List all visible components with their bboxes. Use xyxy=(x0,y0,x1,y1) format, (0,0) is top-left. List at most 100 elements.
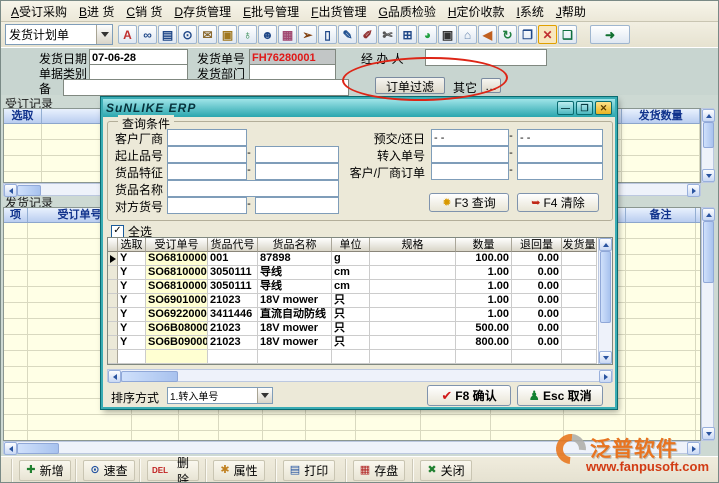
dialog-grid-cell[interactable]: 3050111 xyxy=(208,280,258,294)
dialog-grid-cell[interactable]: Y xyxy=(118,322,146,336)
dialog-grid-header-cell[interactable]: 数量 xyxy=(456,238,512,252)
dialog-grid-cell[interactable]: SO69010001 xyxy=(146,294,208,308)
remark-input[interactable] xyxy=(63,79,349,96)
menu-item-j[interactable]: J帮助 xyxy=(550,1,592,22)
quick-search-button[interactable]: ⊙速查 xyxy=(83,460,135,481)
print-button[interactable]: ▤打印 xyxy=(283,460,335,481)
dialog-grid-cell[interactable] xyxy=(370,336,456,350)
item-name-input[interactable] xyxy=(167,180,339,197)
dialog-grid-cell[interactable]: 21023 xyxy=(208,294,258,308)
dialog-grid-cell[interactable]: 001 xyxy=(208,252,258,266)
row-marker-cell[interactable] xyxy=(108,252,118,266)
dialog-grid-header-cell[interactable]: 受订单号 xyxy=(146,238,208,252)
dialog-grid-row[interactable]: YSO6B0800012102318V mower只500.000.00 xyxy=(108,322,612,336)
dialog-grid-cell[interactable]: 1.00 xyxy=(456,266,512,280)
briefcase-icon[interactable]: ▣ xyxy=(218,25,237,44)
dialog-grid-vscrollbar[interactable] xyxy=(598,238,612,364)
dialog-grid-cell[interactable]: SO68100001 xyxy=(146,266,208,280)
dialog-grid-cell[interactable]: 3411446 xyxy=(208,308,258,322)
dialog-grid-cell[interactable]: 0.00 xyxy=(512,280,562,294)
dialog-grid-header-cell[interactable]: 发货量 xyxy=(562,238,597,252)
combo-dropdown-button[interactable] xyxy=(96,25,112,44)
menu-item-i[interactable]: I系统 xyxy=(511,1,550,22)
dialog-grid-cell[interactable] xyxy=(562,266,597,280)
dialog-grid-cell[interactable]: 18V mower xyxy=(258,322,332,336)
dialog-grid-row[interactable]: YSO681000013050111导线cm1.000.00 xyxy=(108,280,612,294)
opposite-from-input[interactable] xyxy=(167,197,247,214)
search-icon[interactable]: ⊙ xyxy=(178,25,197,44)
handler-input[interactable] xyxy=(425,49,547,66)
dialog-grid-cell[interactable]: 87898 xyxy=(258,252,332,266)
grid-header-cell[interactable]: 发货数量 xyxy=(622,109,700,123)
grid-icon[interactable]: ⊞ xyxy=(398,25,417,44)
opposite-to-input[interactable] xyxy=(255,197,339,214)
sort-mode-combo[interactable]: 1.转入单号 xyxy=(167,387,273,404)
row-marker-cell[interactable] xyxy=(108,308,118,322)
feature-to-input[interactable] xyxy=(255,163,339,180)
feature-from-input[interactable] xyxy=(167,163,247,180)
dialog-grid-cell[interactable] xyxy=(370,252,456,266)
dialog-grid-cell[interactable] xyxy=(562,336,597,350)
dialog-grid-cell[interactable] xyxy=(258,350,332,364)
row-marker-cell[interactable] xyxy=(108,280,118,294)
eraser-icon[interactable]: ✄ xyxy=(378,25,397,44)
grid-empty-row[interactable] xyxy=(4,415,700,431)
person-icon[interactable]: ☻ xyxy=(258,25,277,44)
dialog-grid-cell[interactable]: 0.00 xyxy=(512,252,562,266)
dialog-grid-cell[interactable] xyxy=(208,350,258,364)
card-file-icon[interactable]: ▤ xyxy=(158,25,177,44)
due-date-from-input[interactable] xyxy=(431,129,509,146)
dialog-grid-cell[interactable] xyxy=(370,280,456,294)
row-marker-cell[interactable] xyxy=(108,322,118,336)
binoculars-icon[interactable]: ∞ xyxy=(138,25,157,44)
dialog-grid-cell[interactable]: 导线 xyxy=(258,280,332,294)
row-marker-cell[interactable] xyxy=(108,350,118,364)
globe-icon[interactable]: ♁ xyxy=(238,25,257,44)
dialog-grid-cell[interactable]: SO6B090001 xyxy=(146,336,208,350)
pencil-delete-icon[interactable]: ✐ xyxy=(358,25,377,44)
dialog-grid-cell[interactable]: SO6B080001 xyxy=(146,322,208,336)
refresh-icon[interactable]: ↻ xyxy=(498,25,517,44)
dialog-titlebar[interactable]: SuNLIKE ERP — ❒ ✕ xyxy=(103,99,615,117)
dialog-grid-cell[interactable] xyxy=(118,350,146,364)
dialog-grid-header-cell[interactable]: 货品代号 xyxy=(208,238,258,252)
dialog-grid-cell[interactable]: 18V mower xyxy=(258,294,332,308)
menu-item-d[interactable]: D存货管理 xyxy=(168,1,237,22)
basket-icon[interactable]: ▦ xyxy=(278,25,297,44)
menu-item-g[interactable]: G品质检验 xyxy=(372,1,441,22)
dialog-grid-cell[interactable]: g xyxy=(332,252,370,266)
grid-empty-row[interactable] xyxy=(4,431,700,441)
delete-button[interactable]: DEL删除 xyxy=(147,460,199,481)
grid-header-cell[interactable]: 项 xyxy=(4,208,28,222)
row-marker-cell[interactable] xyxy=(108,266,118,280)
sort-dropdown-button[interactable] xyxy=(257,388,272,403)
dialog-grid-row[interactable]: YSO690100012102318V mower只1.000.00 xyxy=(108,294,612,308)
f8-confirm-button[interactable]: ✔ F8 确认 xyxy=(427,385,511,406)
dialog-grid-header-cell[interactable]: 选取 xyxy=(118,238,146,252)
dialog-grid-cell[interactable]: 只 xyxy=(332,322,370,336)
esc-cancel-button[interactable]: ♟ Esc 取消 xyxy=(517,385,603,406)
other-more-button[interactable]: … xyxy=(481,78,501,93)
customer-vendor-input[interactable] xyxy=(167,129,247,146)
row-marker-cell[interactable] xyxy=(108,336,118,350)
due-date-to-input[interactable] xyxy=(517,129,603,146)
order-filter-button[interactable]: 订单过滤 xyxy=(375,77,445,94)
dialog-grid-cell[interactable] xyxy=(370,266,456,280)
dialog-grid-cell[interactable]: 100.00 xyxy=(456,252,512,266)
dialog-grid-cell[interactable] xyxy=(562,252,597,266)
dialog-grid-cell[interactable] xyxy=(146,350,208,364)
dialog-grid-cell[interactable] xyxy=(562,350,597,364)
new-button[interactable]: ✚新增 xyxy=(19,460,71,481)
dialog-grid-cell[interactable] xyxy=(370,322,456,336)
speaker-icon[interactable]: ◀ xyxy=(478,25,497,44)
dialog-grid-cell[interactable]: 导线 xyxy=(258,266,332,280)
dialog-grid-cell[interactable]: 只 xyxy=(332,336,370,350)
dialog-grid-cell[interactable]: 0.00 xyxy=(512,322,562,336)
dialog-grid-header-cell[interactable]: 规格 xyxy=(370,238,456,252)
customer-order-from-input[interactable] xyxy=(431,163,509,180)
menu-item-e[interactable]: E批号管理 xyxy=(237,1,305,22)
dialog-grid-cell[interactable] xyxy=(562,280,597,294)
dialog-grid-header-cell[interactable]: 货品名称 xyxy=(258,238,332,252)
dialog-grid-cell[interactable]: cm xyxy=(332,280,370,294)
delivery-grid-vscrollbar[interactable] xyxy=(701,207,714,441)
